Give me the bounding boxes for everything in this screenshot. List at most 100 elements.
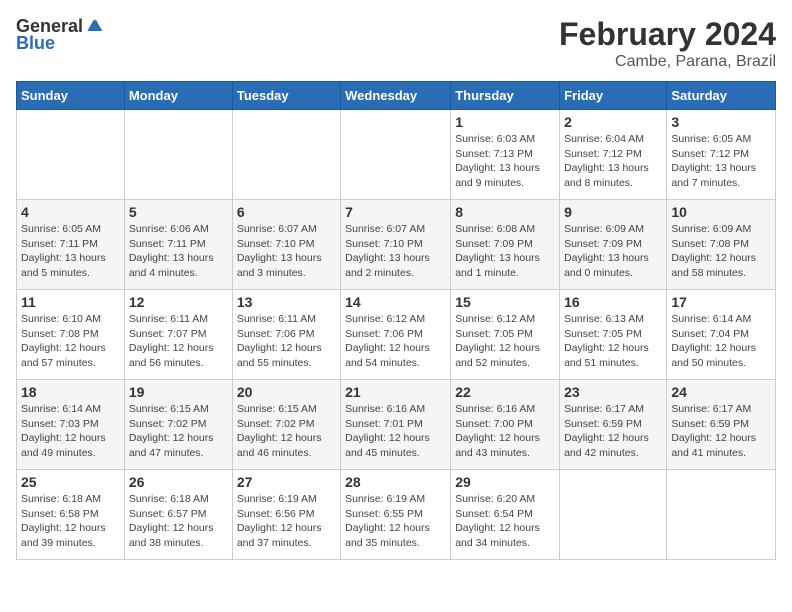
calendar-cell: 27 Sunrise: 6:19 AM Sunset: 6:56 PM Dayli…: [232, 470, 340, 560]
day-number: 25: [21, 474, 120, 490]
day-info: Sunrise: 6:08 AM Sunset: 7:09 PM Dayligh…: [455, 222, 555, 281]
calendar-cell: 7 Sunrise: 6:07 AM Sunset: 7:10 PM Daylig…: [341, 200, 451, 290]
day-info: Sunrise: 6:19 AM Sunset: 6:56 PM Dayligh…: [237, 492, 336, 551]
day-info: Sunrise: 6:03 AM Sunset: 7:13 PM Dayligh…: [455, 132, 555, 191]
calendar-cell: 14 Sunrise: 6:12 AM Sunset: 7:06 PM Dayli…: [341, 290, 451, 380]
week-row-3: 11 Sunrise: 6:10 AM Sunset: 7:08 PM Dayli…: [17, 290, 776, 380]
calendar-cell: 1 Sunrise: 6:03 AM Sunset: 7:13 PM Daylig…: [451, 110, 560, 200]
title-area: February 2024 Cambe, Parana, Brazil: [559, 16, 776, 71]
logo-blue-text: Blue: [16, 33, 55, 54]
page-header: General Blue February 2024 Cambe, Parana…: [16, 16, 776, 71]
calendar-cell: 25 Sunrise: 6:18 AM Sunset: 6:58 PM Dayli…: [17, 470, 125, 560]
day-info: Sunrise: 6:11 AM Sunset: 7:07 PM Dayligh…: [129, 312, 228, 371]
calendar-cell: 4 Sunrise: 6:05 AM Sunset: 7:11 PM Daylig…: [17, 200, 125, 290]
logo-icon: [84, 16, 104, 36]
day-info: Sunrise: 6:05 AM Sunset: 7:12 PM Dayligh…: [671, 132, 771, 191]
day-info: Sunrise: 6:05 AM Sunset: 7:11 PM Dayligh…: [21, 222, 120, 281]
day-info: Sunrise: 6:16 AM Sunset: 7:00 PM Dayligh…: [455, 402, 555, 461]
day-info: Sunrise: 6:07 AM Sunset: 7:10 PM Dayligh…: [345, 222, 446, 281]
calendar-cell: 22 Sunrise: 6:16 AM Sunset: 7:00 PM Dayli…: [451, 380, 560, 470]
day-number: 10: [671, 204, 771, 220]
day-number: 11: [21, 294, 120, 310]
day-number: 29: [455, 474, 555, 490]
calendar-cell: 18Sunrise: 6:14 AM Sunset: 7:03 PM Dayli…: [17, 380, 125, 470]
calendar-cell: 17 Sunrise: 6:14 AM Sunset: 7:04 PM Dayli…: [667, 290, 776, 380]
calendar-cell: 12 Sunrise: 6:11 AM Sunset: 7:07 PM Dayli…: [124, 290, 232, 380]
day-number: 17: [671, 294, 771, 310]
calendar-cell: 21 Sunrise: 6:16 AM Sunset: 7:01 PM Dayli…: [341, 380, 451, 470]
day-info: Sunrise: 6:20 AM Sunset: 6:54 PM Dayligh…: [455, 492, 555, 551]
header-day-monday: Monday: [124, 82, 232, 110]
header-day-friday: Friday: [560, 82, 667, 110]
day-info: Sunrise: 6:13 AM Sunset: 7:05 PM Dayligh…: [564, 312, 662, 371]
location-subtitle: Cambe, Parana, Brazil: [559, 53, 776, 71]
calendar-cell: [560, 470, 667, 560]
calendar-cell: 6Sunrise: 6:07 AM Sunset: 7:10 PM Daylig…: [232, 200, 340, 290]
day-info: Sunrise: 6:14 AM Sunset: 7:03 PM Dayligh…: [21, 402, 120, 461]
calendar-header: SundayMondayTuesdayWednesdayThursdayFrid…: [17, 82, 776, 110]
calendar-cell: 24Sunrise: 6:17 AM Sunset: 6:59 PM Dayli…: [667, 380, 776, 470]
day-number: 14: [345, 294, 446, 310]
calendar-cell: 5Sunrise: 6:06 AM Sunset: 7:11 PM Daylig…: [124, 200, 232, 290]
day-info: Sunrise: 6:12 AM Sunset: 7:06 PM Dayligh…: [345, 312, 446, 371]
calendar-cell: 20 Sunrise: 6:15 AM Sunset: 7:02 PM Dayli…: [232, 380, 340, 470]
logo: General Blue: [16, 16, 104, 54]
header-day-saturday: Saturday: [667, 82, 776, 110]
day-info: Sunrise: 6:06 AM Sunset: 7:11 PM Dayligh…: [129, 222, 228, 281]
day-number: 28: [345, 474, 446, 490]
week-row-1: 1 Sunrise: 6:03 AM Sunset: 7:13 PM Daylig…: [17, 110, 776, 200]
calendar-cell: [124, 110, 232, 200]
header-day-sunday: Sunday: [17, 82, 125, 110]
calendar-cell: 2 Sunrise: 6:04 AM Sunset: 7:12 PM Daylig…: [560, 110, 667, 200]
day-info: Sunrise: 6:16 AM Sunset: 7:01 PM Dayligh…: [345, 402, 446, 461]
day-info: Sunrise: 6:14 AM Sunset: 7:04 PM Dayligh…: [671, 312, 771, 371]
day-info: Sunrise: 6:09 AM Sunset: 7:09 PM Dayligh…: [564, 222, 662, 281]
day-number: 22: [455, 384, 555, 400]
day-info: Sunrise: 6:18 AM Sunset: 6:58 PM Dayligh…: [21, 492, 120, 551]
day-number: 15: [455, 294, 555, 310]
day-number: 16: [564, 294, 662, 310]
day-number: 7: [345, 204, 446, 220]
day-number: 6: [237, 204, 336, 220]
week-row-5: 25 Sunrise: 6:18 AM Sunset: 6:58 PM Dayli…: [17, 470, 776, 560]
day-info: Sunrise: 6:15 AM Sunset: 7:02 PM Dayligh…: [237, 402, 336, 461]
day-info: Sunrise: 6:19 AM Sunset: 6:55 PM Dayligh…: [345, 492, 446, 551]
day-info: Sunrise: 6:09 AM Sunset: 7:08 PM Dayligh…: [671, 222, 771, 281]
header-day-wednesday: Wednesday: [341, 82, 451, 110]
header-day-thursday: Thursday: [451, 82, 560, 110]
calendar-table: SundayMondayTuesdayWednesdayThursdayFrid…: [16, 81, 776, 560]
day-number: 8: [455, 204, 555, 220]
calendar-cell: 11 Sunrise: 6:10 AM Sunset: 7:08 PM Dayli…: [17, 290, 125, 380]
day-number: 21: [345, 384, 446, 400]
week-row-2: 4 Sunrise: 6:05 AM Sunset: 7:11 PM Daylig…: [17, 200, 776, 290]
calendar-cell: 15 Sunrise: 6:12 AM Sunset: 7:05 PM Dayli…: [451, 290, 560, 380]
day-number: 23: [564, 384, 662, 400]
day-number: 4: [21, 204, 120, 220]
day-number: 27: [237, 474, 336, 490]
day-info: Sunrise: 6:04 AM Sunset: 7:12 PM Dayligh…: [564, 132, 662, 191]
calendar-cell: 28 Sunrise: 6:19 AM Sunset: 6:55 PM Dayli…: [341, 470, 451, 560]
day-info: Sunrise: 6:11 AM Sunset: 7:06 PM Dayligh…: [237, 312, 336, 371]
calendar-body: 1 Sunrise: 6:03 AM Sunset: 7:13 PM Daylig…: [17, 110, 776, 560]
day-info: Sunrise: 6:10 AM Sunset: 7:08 PM Dayligh…: [21, 312, 120, 371]
calendar-cell: 8 Sunrise: 6:08 AM Sunset: 7:09 PM Daylig…: [451, 200, 560, 290]
calendar-cell: 16 Sunrise: 6:13 AM Sunset: 7:05 PM Dayli…: [560, 290, 667, 380]
calendar-cell: 9 Sunrise: 6:09 AM Sunset: 7:09 PM Daylig…: [560, 200, 667, 290]
day-info: Sunrise: 6:17 AM Sunset: 6:59 PM Dayligh…: [671, 402, 771, 461]
day-number: 2: [564, 114, 662, 130]
calendar-cell: 23 Sunrise: 6:17 AM Sunset: 6:59 PM Dayli…: [560, 380, 667, 470]
day-number: 13: [237, 294, 336, 310]
day-info: Sunrise: 6:12 AM Sunset: 7:05 PM Dayligh…: [455, 312, 555, 371]
day-number: 1: [455, 114, 555, 130]
day-number: 9: [564, 204, 662, 220]
calendar-cell: 3 Sunrise: 6:05 AM Sunset: 7:12 PM Daylig…: [667, 110, 776, 200]
day-number: 20: [237, 384, 336, 400]
day-info: Sunrise: 6:18 AM Sunset: 6:57 PM Dayligh…: [129, 492, 228, 551]
day-number: 3: [671, 114, 771, 130]
day-info: Sunrise: 6:15 AM Sunset: 7:02 PM Dayligh…: [129, 402, 228, 461]
header-day-tuesday: Tuesday: [232, 82, 340, 110]
day-info: Sunrise: 6:17 AM Sunset: 6:59 PM Dayligh…: [564, 402, 662, 461]
calendar-cell: [667, 470, 776, 560]
day-number: 12: [129, 294, 228, 310]
calendar-cell: [341, 110, 451, 200]
